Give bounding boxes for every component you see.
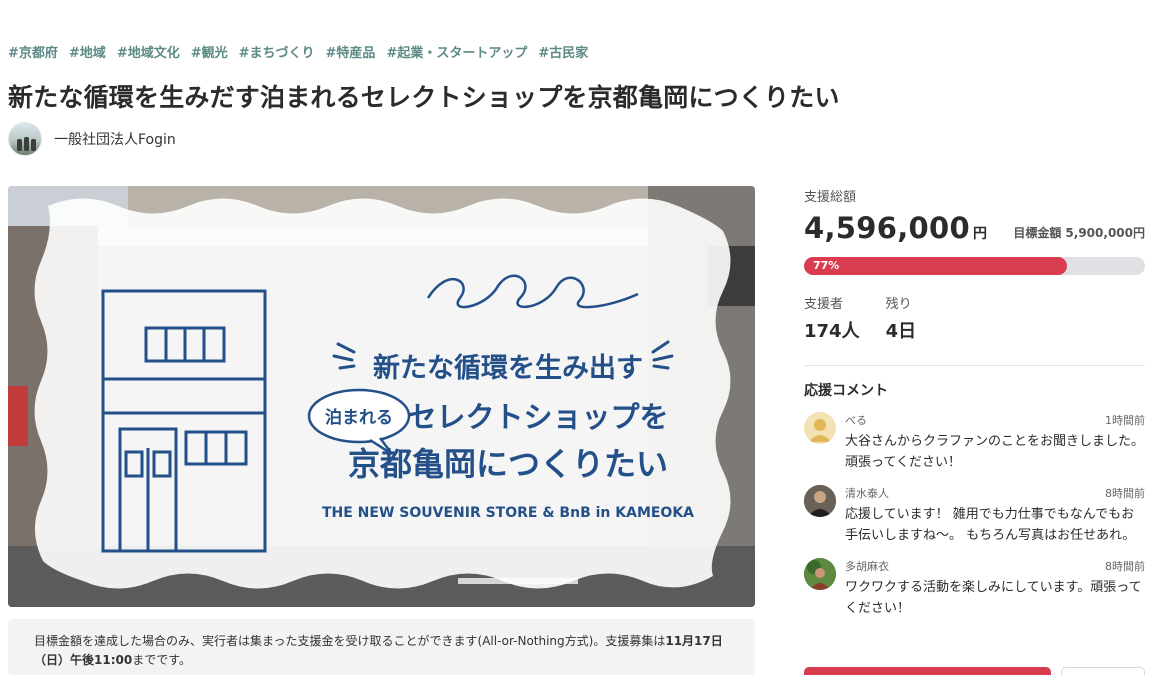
backers-value: 174人 <box>804 321 860 342</box>
tag-link[interactable]: #古民家 <box>538 42 588 61</box>
comment-time: 8時間前 <box>1105 487 1145 500</box>
goal-amount: 目標金額 5,900,000円 <box>1013 224 1145 241</box>
backers-label: 支援者 <box>804 297 844 312</box>
comment-text: ワクワクする活動を楽しみにしています。頑張ってください！ <box>845 580 1142 616</box>
progress-bar: 77% <box>804 257 1145 275</box>
hero-english: THE NEW SOUVENIR STORE & BnB in KAMEOKA <box>322 505 694 521</box>
backers-stat: 支援者 174人 <box>804 293 860 343</box>
hero-line2: セレクトショップを <box>407 400 668 434</box>
remaining-stat: 残り 4日 <box>886 293 917 343</box>
remaining-label: 残り <box>885 297 912 312</box>
comments-heading: 応援コメント <box>804 383 888 399</box>
hero-line3: 京都亀岡につくりたい <box>348 445 668 483</box>
default-avatar-icon[interactable] <box>804 412 836 444</box>
goal-value: 5,900,000円 <box>1065 226 1145 240</box>
action-buttons <box>804 667 1145 675</box>
comment-user[interactable]: 清水泰人 <box>845 485 889 501</box>
notice-text: 目標金額を達成した場合のみ、実行者は集まった支援金を受け取ることができます(Al… <box>34 634 666 648</box>
tag-link[interactable]: #起業・スタートアップ <box>386 42 527 61</box>
owner-avatar[interactable] <box>8 122 42 156</box>
comment-user[interactable]: べる <box>845 412 867 428</box>
currency: 円 <box>972 226 987 242</box>
favorite-button[interactable] <box>1061 667 1145 675</box>
comment-user[interactable]: 多胡麻衣 <box>845 558 889 574</box>
comment-time: 8時間前 <box>1105 560 1145 573</box>
hero-line1: 新たな循環を生み出す <box>373 352 643 384</box>
hero-badge: 泊まれる <box>325 408 393 428</box>
tag-link[interactable]: #地域 <box>69 42 106 61</box>
comment-item: べる 1時間前 大谷さんからクラファンのことをお聞きしました。頑張ってください！ <box>804 412 1145 473</box>
remaining-value: 4日 <box>885 321 917 342</box>
tag-link[interactable]: #まちづくり <box>239 42 315 61</box>
tag-link[interactable]: #地域文化 <box>117 42 180 61</box>
user-avatar[interactable] <box>804 485 836 517</box>
all-or-nothing-notice: 目標金額を達成した場合のみ、実行者は集まった支援金を受け取ることができます(Al… <box>8 619 755 675</box>
comment-text: 大谷さんからクラファンのことをお聞きしました。頑張ってください！ <box>845 434 1145 470</box>
tag-link[interactable]: #観光 <box>191 42 228 61</box>
total-label: 支援総額 <box>804 190 857 205</box>
hero-image: 新たな循環を生み出す 泊まれる セレクトショップを 京都亀岡につくりたい THE… <box>8 186 755 607</box>
tag-list: #京都府 #地域 #地域文化 #観光 #まちづくり #特産品 #起業・スタートア… <box>8 42 588 61</box>
tag-link[interactable]: #京都府 <box>8 42 58 61</box>
page-title: 新たな循環を生みだす泊まれるセレクトショップを京都亀岡につくりたい <box>8 83 840 112</box>
stats: 支援者 174人 残り 4日 <box>804 293 1145 343</box>
goal-label: 目標金額 <box>1013 226 1062 240</box>
comment-text: 応援しています！ 雑用でも力仕事でもなんでもお手伝いしますね〜。 もちろん写真は… <box>845 507 1136 543</box>
support-button[interactable] <box>804 667 1051 675</box>
progress-fill <box>804 257 1067 275</box>
user-avatar[interactable] <box>804 558 836 590</box>
funding-panel: 支援総額 4,596,000 円 目標金額 5,900,000円 77% 支援者 … <box>804 186 1145 619</box>
project-owner[interactable]: 一般社団法人Fogin <box>8 122 176 156</box>
progress-percent: 77% <box>813 259 840 272</box>
comment-item: 清水泰人 8時間前 応援しています！ 雑用でも力仕事でもなんでもお手伝いしますね〜… <box>804 485 1145 546</box>
tag-link[interactable]: #特産品 <box>326 42 376 61</box>
owner-name[interactable]: 一般社団法人Fogin <box>54 129 176 149</box>
comment-time: 1時間前 <box>1105 414 1145 427</box>
total-amount: 4,596,000 <box>804 211 970 245</box>
divider <box>804 365 1145 366</box>
comment-item: 多胡麻衣 8時間前 ワクワクする活動を楽しみにしています。頑張ってください！ <box>804 558 1145 619</box>
notice-suffix: までです。 <box>132 653 192 667</box>
